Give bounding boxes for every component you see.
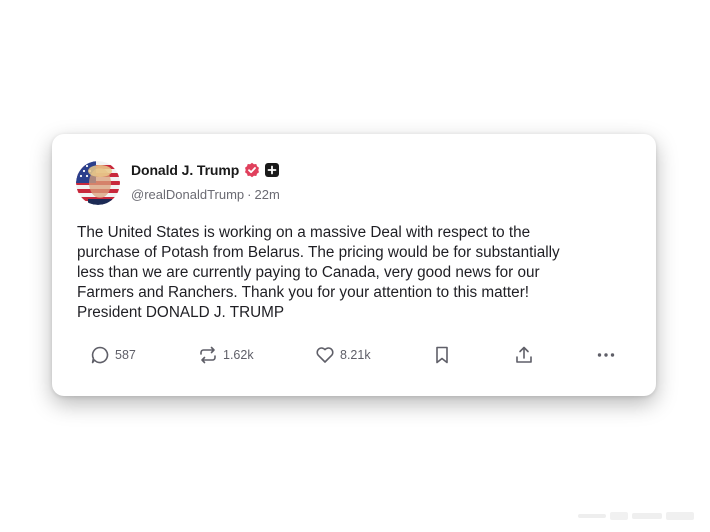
like-button[interactable]: 8.21k <box>315 342 371 368</box>
repost-count: 1.62k <box>223 348 254 362</box>
watermark-mark <box>578 509 698 523</box>
repost-button[interactable]: 1.62k <box>198 342 254 368</box>
repost-icon <box>198 345 218 365</box>
more-icon <box>596 345 616 365</box>
author-handle[interactable]: @realDonaldTrump <box>131 187 244 202</box>
share-button[interactable] <box>514 342 534 368</box>
bookmark-button[interactable] <box>432 342 452 368</box>
author-meta: @realDonaldTrump · 22m <box>131 187 280 202</box>
more-options-button[interactable] <box>596 342 616 368</box>
avatar[interactable] <box>76 161 120 205</box>
meta-separator: · <box>247 187 252 202</box>
action-bar: 587 1.62k 8.21k <box>52 342 656 368</box>
post-body: The United States is working on a massiv… <box>77 224 560 321</box>
bookmark-icon <box>432 345 452 365</box>
post-card: Donald J. Trump @realDonaldTrump · 22m The… <box>52 134 656 396</box>
post-timestamp[interactable]: 22m <box>255 187 280 202</box>
reply-count: 587 <box>115 348 136 362</box>
verified-icon <box>244 162 260 178</box>
heart-icon <box>315 345 335 365</box>
avatar-image <box>76 161 120 205</box>
author-row: Donald J. Trump <box>131 162 280 178</box>
reply-icon <box>90 345 110 365</box>
share-icon <box>514 345 534 365</box>
author-name[interactable]: Donald J. Trump <box>131 162 239 178</box>
reply-button[interactable]: 587 <box>90 342 136 368</box>
like-count: 8.21k <box>340 348 371 362</box>
plus-badge-icon <box>265 163 280 177</box>
